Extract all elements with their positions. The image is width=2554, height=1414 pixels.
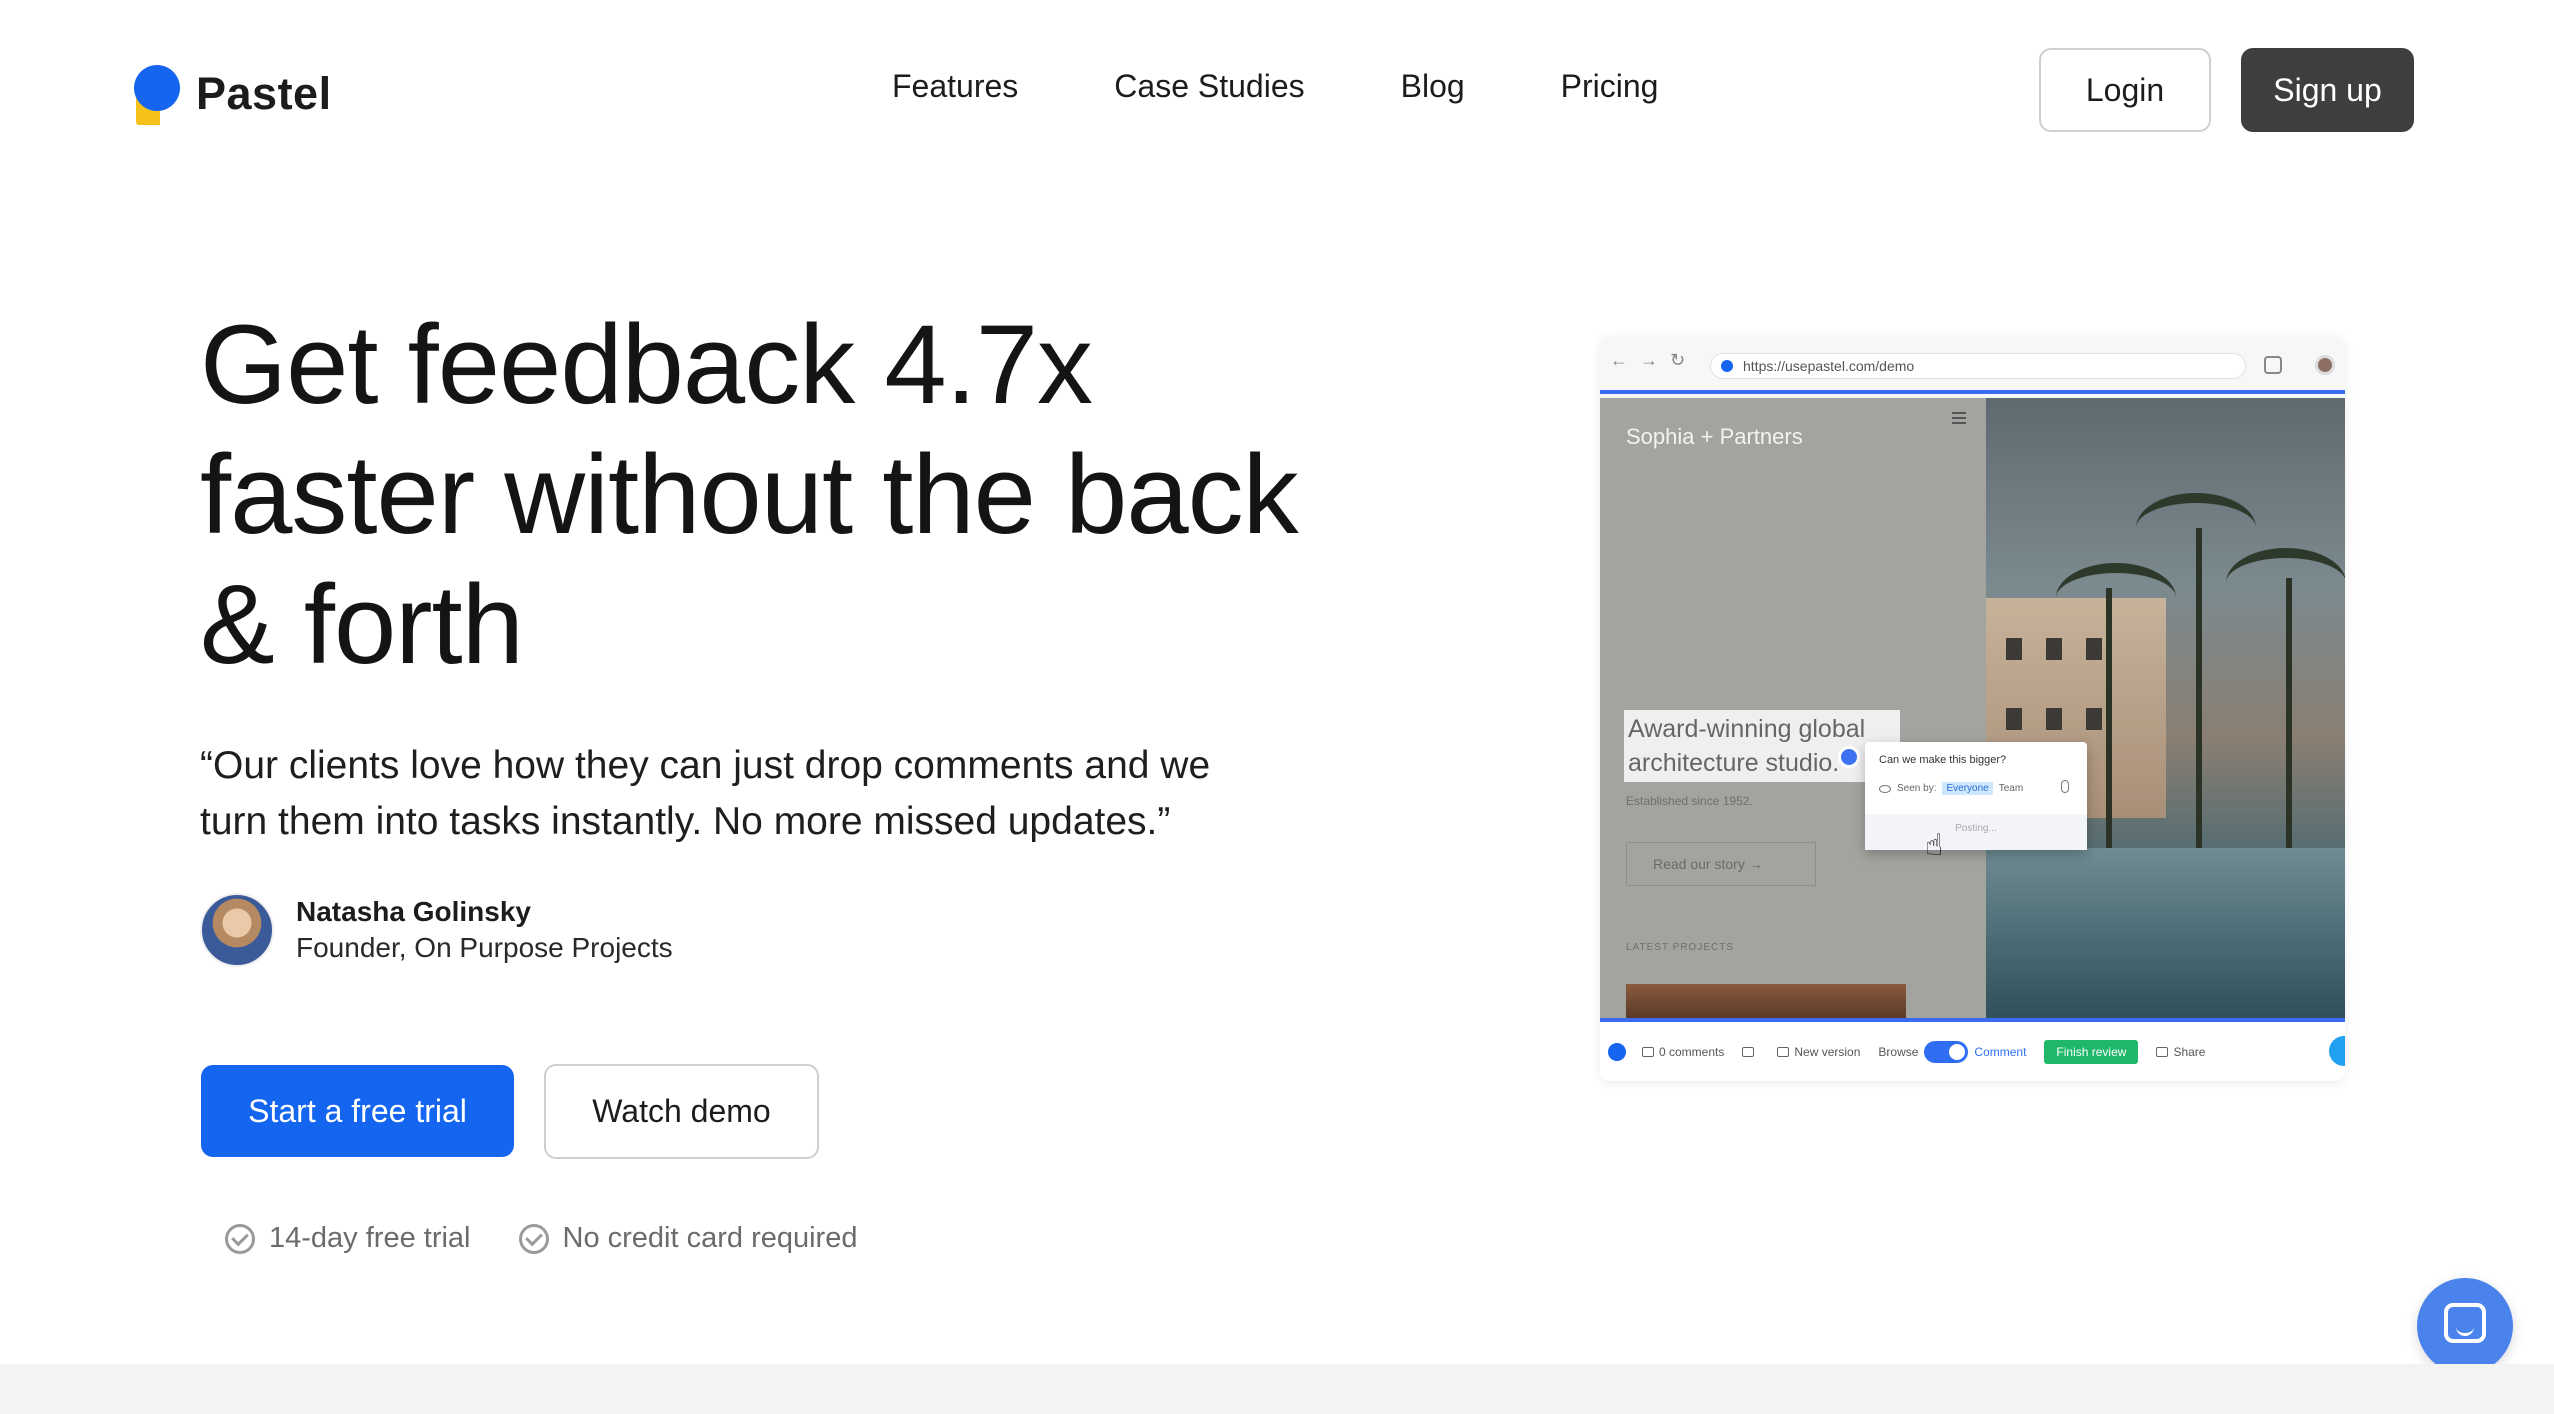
browser-url: https://usepastel.com/demo	[1710, 353, 2246, 379]
new-version: New version	[1777, 1045, 1860, 1059]
start-free-trial-button[interactable]: Start a free trial	[201, 1065, 514, 1157]
demo-site-photo	[1986, 398, 2345, 1018]
seen-option-everyone: Everyone	[1942, 782, 1993, 795]
comment-visibility: Seen by: Everyone Team	[1879, 782, 2023, 795]
perk-label: 14-day free trial	[269, 1222, 471, 1254]
signup-button[interactable]: Sign up	[2241, 48, 2414, 132]
quote-line: “Our clients love how they can just drop…	[200, 744, 1211, 787]
extension-icon	[2264, 356, 2282, 374]
comment-popup: Can we make this bigger? Seen by: Everyo…	[1865, 742, 2087, 850]
share-label: Share	[2173, 1044, 2206, 1059]
hamburger-icon	[1952, 412, 1966, 424]
demo-site-story-button: Read our story →	[1626, 842, 1816, 886]
comment-pin-icon	[1838, 746, 1860, 768]
headline-line: & forth	[200, 562, 524, 687]
seen-by-label: Seen by:	[1897, 783, 1937, 794]
nav-link-pricing[interactable]: Pricing	[1561, 68, 1659, 105]
watch-demo-button[interactable]: Watch demo	[544, 1064, 819, 1159]
testimonial-quote: “Our clients love how they can just drop…	[200, 738, 1350, 850]
avatar	[200, 893, 274, 967]
browse-label: Browse	[1878, 1044, 1919, 1059]
logo[interactable]: Pastel	[134, 62, 332, 126]
section-divider	[0, 1364, 2554, 1414]
demo-site-panel	[1600, 398, 1986, 1018]
check-circle-icon	[225, 1223, 255, 1254]
headline-line: faster without the back	[200, 432, 1299, 557]
browser-nav-icons: ←→↻	[1610, 350, 1698, 370]
pastel-small-icon	[1608, 1042, 1626, 1061]
profile-icon	[2315, 355, 2335, 375]
browser-bar: ←→↻ https://usepastel.com/demo	[1600, 336, 2345, 394]
perk-item: 14-day free trial	[225, 1222, 471, 1255]
check-circle-icon	[518, 1223, 549, 1254]
eye-icon	[1879, 784, 1891, 793]
chat-bubble-icon	[2444, 1303, 2486, 1343]
logo-text: Pastel	[196, 68, 332, 119]
demo-headline-line: architecture studio.	[1628, 749, 1840, 777]
demo-fab-icon	[2329, 1036, 2345, 1066]
comment-status: Posting...	[1865, 814, 2087, 850]
nav-link-features[interactable]: Features	[892, 68, 1018, 105]
hero-headline: Get feedback 4.7x faster without the bac…	[200, 300, 1460, 690]
pastel-logo-icon	[134, 63, 182, 125]
monitor-icon	[1742, 1046, 1755, 1057]
comments-count-label: 0 comments	[1659, 1044, 1725, 1059]
nav-links: Features Case Studies Blog Pricing	[892, 68, 1658, 105]
share: Share	[2156, 1045, 2205, 1059]
file-icon	[1777, 1046, 1790, 1057]
comment-text: Can we make this bigger?	[1879, 754, 2007, 766]
headline-line: Get feedback 4.7x	[200, 302, 1093, 427]
attachment-icon	[2061, 780, 2069, 793]
author-name: Natasha Golinsky	[296, 896, 531, 927]
hand-cursor-icon: ☝	[1925, 829, 1944, 862]
perks: 14-day free trial No credit card require…	[225, 1222, 905, 1255]
nav-link-case-studies[interactable]: Case Studies	[1114, 68, 1304, 105]
demo-site-latest-label: LATEST PROJECTS	[1626, 942, 1734, 953]
testimonial-author: Natasha Golinsky Founder, On Purpose Pro…	[200, 893, 673, 967]
finish-review-button: Finish review	[2044, 1039, 2139, 1064]
demo-site-project-thumb	[1626, 984, 1906, 1018]
seen-option-team: Team	[1998, 783, 2024, 794]
nav-link-blog[interactable]: Blog	[1401, 68, 1465, 105]
comments-count: 0 comments	[1642, 1045, 1724, 1059]
comment-icon	[1642, 1046, 1654, 1057]
demo-toolbar: 0 comments New version Browse Comment Fi…	[1600, 1018, 2345, 1081]
login-button[interactable]: Login	[2039, 48, 2211, 132]
browse-comment-toggle	[1924, 1040, 1969, 1063]
device-toggle	[1742, 1046, 1759, 1057]
chat-launcher-button[interactable]	[2417, 1278, 2513, 1374]
demo-site-brand: Sophia + Partners	[1626, 424, 1803, 449]
product-demo-preview[interactable]: ←→↻ https://usepastel.com/demo Sophia + …	[1600, 336, 2345, 1081]
pool-shape	[1986, 848, 2345, 1018]
author-role: Founder, On Purpose Projects	[296, 932, 673, 963]
comment-mode-label: Comment	[1974, 1044, 2027, 1059]
new-version-label: New version	[1794, 1044, 1861, 1059]
quote-line: turn them into tasks instantly. No more …	[200, 800, 1171, 843]
demo-headline-line: Award-winning global	[1628, 715, 1866, 743]
demo-site-established: Established since 1952.	[1626, 794, 1753, 808]
perk-label: No credit card required	[562, 1222, 858, 1254]
users-icon	[2156, 1046, 2169, 1057]
demo-site-headline: Award-winning global architecture studio…	[1624, 710, 1900, 782]
perk-item: No credit card required	[518, 1222, 858, 1255]
top-nav: Pastel Features Case Studies Blog Pricin…	[0, 0, 2554, 180]
